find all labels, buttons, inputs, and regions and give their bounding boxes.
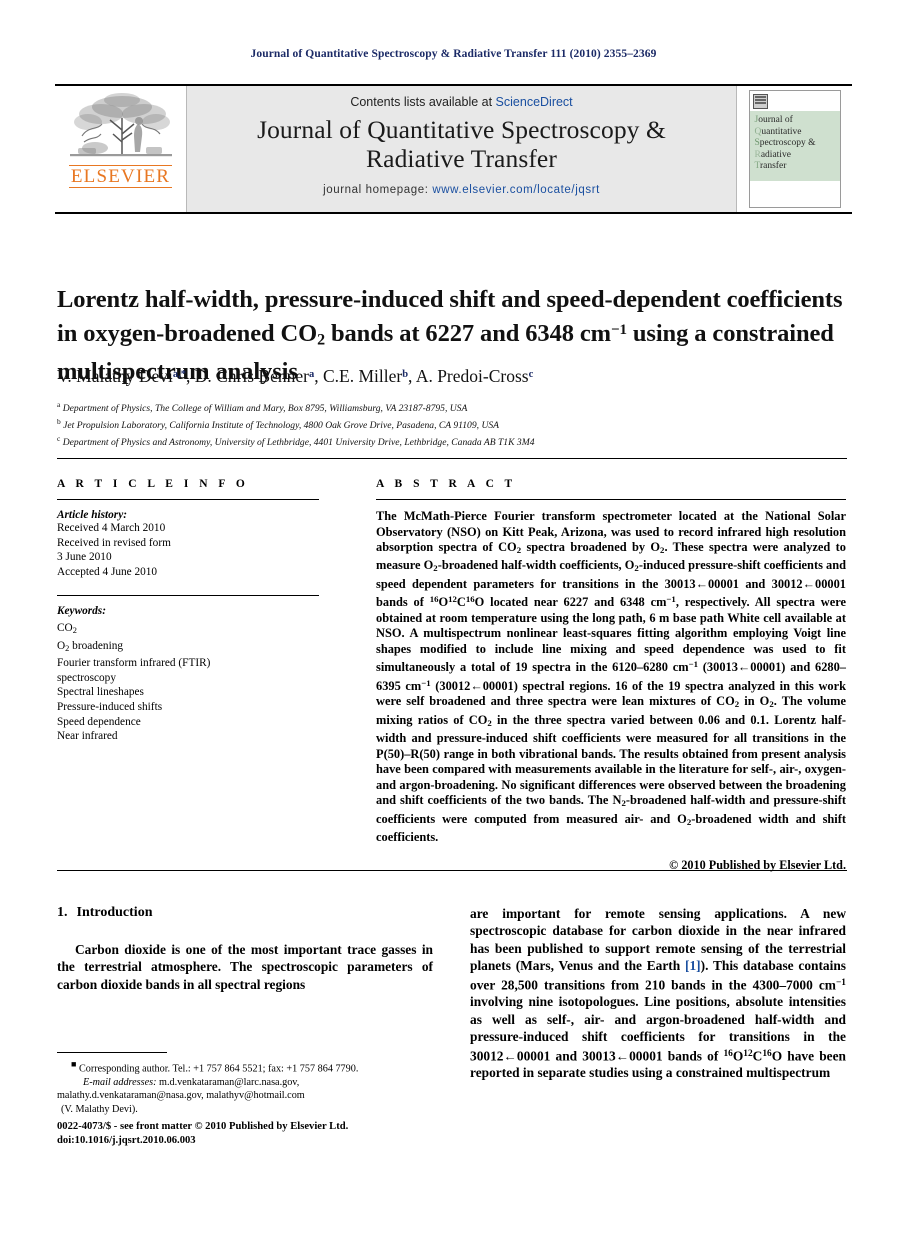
- masthead-center: Contents lists available at ScienceDirec…: [187, 86, 736, 212]
- running-head: Journal of Quantitative Spectroscopy & R…: [250, 48, 657, 60]
- contents-prefix: Contents lists available at: [350, 95, 496, 109]
- section-title-text: Introduction: [76, 905, 153, 920]
- keyword-item: O2 broadening: [57, 639, 124, 653]
- author-1: V. Malathy Devi: [57, 366, 173, 386]
- keyword-item: Near infrared: [57, 730, 118, 743]
- author-4-affil-mark[interactable]: c: [529, 369, 534, 380]
- author-4: , A. Predoi-Cross: [408, 366, 529, 386]
- imprint-block: 0022-4073/$ - see front matter © 2010 Pu…: [57, 1120, 457, 1148]
- affiliation-mark: b: [57, 417, 61, 427]
- affiliation-item: b Jet Propulsion Laboratory, California …: [57, 415, 847, 432]
- paper-page: Journal of Quantitative Spectroscopy & R…: [0, 0, 907, 1238]
- author-1-affil-mark[interactable]: a,*: [173, 369, 186, 380]
- abstract-heading: A B S T R A C T: [376, 478, 517, 490]
- intro-paragraph-left: Carbon dioxide is one of the most import…: [57, 942, 433, 992]
- author-2: , D. Chris Benner: [185, 366, 309, 386]
- cover-footer: [749, 181, 840, 207]
- journal-masthead: ELSEVIER Contents lists available at Sci…: [55, 84, 852, 214]
- cover-title-block: Journal of Quantitative Spectroscopy & R…: [749, 111, 840, 181]
- elsevier-logo: ELSEVIER: [55, 86, 187, 212]
- affiliation-text: Department of Physics and Astronomy, Uni…: [62, 436, 535, 448]
- journal-name-line2: Radiative Transfer: [366, 143, 557, 173]
- article-history-label: Article history:: [57, 509, 127, 521]
- journal-homepage-link[interactable]: www.elsevier.com/locate/jqsrt: [432, 184, 600, 196]
- abstract-column: A B S T R A C T The McMath-Pierce Fourie…: [376, 478, 846, 873]
- cover-logo-icon: [752, 93, 768, 109]
- article-info-column: A R T I C L E I N F O Article history: R…: [57, 478, 319, 744]
- title-superscript-1: −1: [611, 322, 627, 339]
- article-history-line: Accepted 4 June 2010: [57, 565, 158, 578]
- cover-title-line3: Spectroscopy &: [754, 138, 816, 149]
- author-list: V. Malathy Devia,*, D. Chris Bennera, C.…: [57, 366, 847, 387]
- journal-cover-cell: Journal of Quantitative Spectroscopy & R…: [736, 86, 852, 212]
- intro-paragraph-right: are important for remote sensing applica…: [470, 906, 846, 1081]
- elsevier-wordmark: ELSEVIER: [68, 165, 173, 188]
- article-info-heading: A R T I C L E I N F O: [57, 478, 249, 490]
- cover-title-line5: Transfer: [754, 161, 787, 172]
- doi-line[interactable]: doi:10.1016/j.jqsrt.2010.06.003: [57, 1134, 457, 1148]
- journal-name-line1: Journal of Quantitative Spectroscopy &: [257, 115, 666, 144]
- article-history-line: Received 4 March 2010: [57, 522, 166, 534]
- title-part-2: bands at 6227 and 6348 cm: [324, 320, 611, 348]
- keyword-item: Fourier transform infrared (FTIR): [57, 657, 211, 670]
- affiliation-item: c Department of Physics and Astronomy, U…: [57, 432, 847, 449]
- footnote-block: ■ Corresponding author. Tel.: +1 757 864…: [57, 1058, 437, 1116]
- keywords-list: CO2 O2 broadening Fourier transform infr…: [57, 621, 319, 743]
- journal-homepage-line: journal homepage: www.elsevier.com/locat…: [187, 184, 736, 196]
- keyword-item: CO2: [57, 622, 77, 636]
- keyword-item: Speed dependence: [57, 715, 141, 728]
- abstract-rule: [376, 499, 846, 500]
- email-line-1: E-mail addresses: m.d.venkataraman@larc.…: [57, 1076, 437, 1089]
- author-3: , C.E. Miller: [314, 366, 403, 386]
- elsevier-tree-icon: [69, 93, 172, 157]
- email-address-1[interactable]: m.d.venkataraman@larc.nasa.gov,: [159, 1077, 299, 1088]
- asterisk-icon: ■: [71, 1059, 77, 1069]
- homepage-prefix: journal homepage:: [323, 184, 433, 197]
- email-label: E-mail addresses:: [83, 1076, 157, 1088]
- title-subscript-1: 2: [317, 331, 325, 349]
- article-info-rule: [57, 499, 319, 500]
- body-column-left: 1. Introduction Carbon dioxide is one of …: [57, 905, 433, 993]
- keyword-item: Pressure-induced shifts: [57, 701, 163, 714]
- citation-link[interactable]: [1]: [685, 958, 701, 973]
- divider-below-abstract: [57, 870, 847, 871]
- cover-masthead-text: [768, 99, 840, 103]
- keywords-label: Keywords:: [57, 605, 106, 618]
- keyword-item: spectroscopy: [57, 671, 116, 684]
- section-heading-introduction: 1. Introduction: [57, 905, 433, 921]
- cover-title-line1: Journal of: [754, 115, 793, 125]
- email-line-2[interactable]: malathy.d.venkataraman@nasa.gov, malathy…: [57, 1089, 437, 1102]
- affiliation-text: Department of Physics, The College of Wi…: [62, 402, 468, 414]
- section-number: 1.: [57, 905, 68, 920]
- article-history-line: 3 June 2010: [57, 551, 112, 564]
- affiliation-item: a Department of Physics, The College of …: [57, 398, 847, 415]
- affiliation-list: a Department of Physics, The College of …: [57, 398, 847, 449]
- footnote-divider: [57, 1052, 167, 1053]
- contents-available-line: Contents lists available at ScienceDirec…: [187, 95, 736, 109]
- keyword-item: Spectral lineshapes: [57, 686, 144, 699]
- journal-cover-thumbnail[interactable]: Journal of Quantitative Spectroscopy & R…: [748, 90, 841, 208]
- sciencedirect-link[interactable]: ScienceDirect: [496, 95, 573, 109]
- journal-name: Journal of Quantitative Spectroscopy & R…: [187, 115, 736, 173]
- body-column-right: are important for remote sensing applica…: [470, 905, 846, 1082]
- issn-copyright-line: 0022-4073/$ - see front matter © 2010 Pu…: [57, 1121, 349, 1132]
- article-history-line: Received in revised form: [57, 536, 171, 549]
- affiliation-text: Jet Propulsion Laboratory, California In…: [63, 419, 500, 431]
- keywords-rule: [57, 595, 319, 597]
- corresponding-author-note: ■ Corresponding author. Tel.: +1 757 864…: [71, 1059, 359, 1075]
- divider-above-abstract: [57, 458, 847, 459]
- cover-title-line4: Radiative: [754, 149, 791, 160]
- affiliation-mark: c: [57, 434, 61, 444]
- affiliation-mark: a: [57, 400, 61, 409]
- cover-title-line2: Quantitative: [754, 126, 802, 137]
- cover-header: [749, 91, 840, 111]
- abstract-text: The McMath-Pierce Fourier transform spec…: [376, 509, 847, 845]
- email-owner: (V. Malathy Devi).: [61, 1103, 138, 1115]
